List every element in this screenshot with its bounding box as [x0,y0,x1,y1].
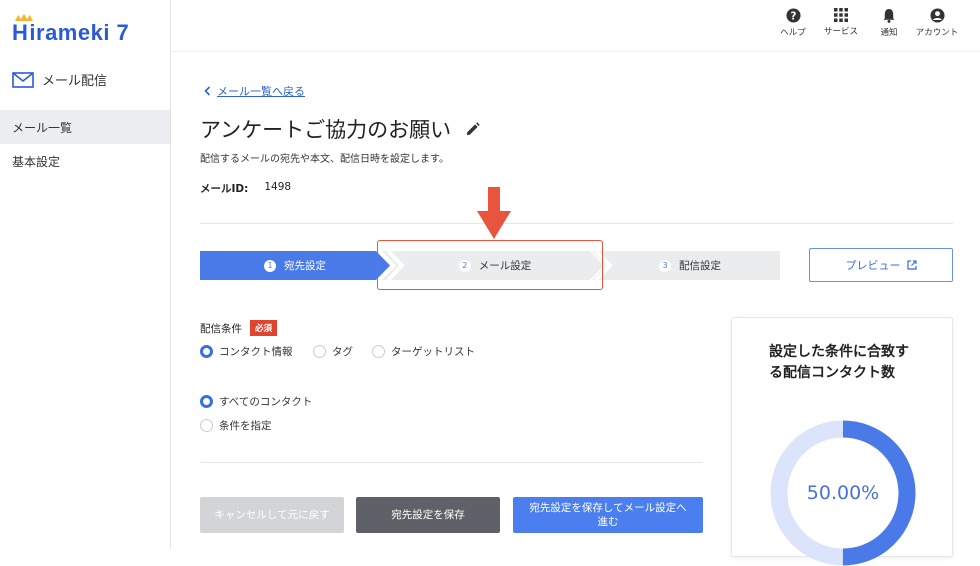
back-to-mail-list-link[interactable]: メール一覧へ戻る [204,83,305,99]
radio-label: すべてのコンタクト [219,396,313,408]
svg-text:?: ? [790,10,796,22]
radio-target-list[interactable]: ターゲットリスト [372,344,475,359]
mail-id-label: メールID: [200,183,249,195]
delivery-condition-label: 配信条件 必須 [200,320,278,336]
sidebar-item-basic-settings[interactable]: 基本設定 [0,144,170,178]
card-title: 設定した条件に合致する配信コンタクト数 [769,344,909,381]
matching-contacts-card: 設定した条件に合致する配信コンタクト数 50.00% [731,317,953,566]
radio-specify-conditions[interactable]: 条件を指定 [200,418,272,433]
radio-tag[interactable]: タグ [313,344,353,359]
step-3-delivery-settings[interactable]: 3 配信設定 [600,251,780,280]
radio-contact-info[interactable]: コンタクト情報 [200,344,293,359]
crown-icon [15,14,33,21]
save-and-next-button[interactable]: 宛先設定を保存してメール設定へ進む [513,497,703,533]
account-label: アカウント [915,28,959,38]
cancel-button-label: キャンセルして元に戻す [214,508,330,521]
top-bar: ? ヘルプ サービス 通知 アカウント [172,0,980,52]
cancel-button[interactable]: キャンセルして元に戻す [200,497,344,533]
notifications-button[interactable]: 通知 [870,8,908,38]
sidebar-item-mail-list[interactable]: メール一覧 [0,110,170,144]
services-grid-icon [834,8,848,22]
step-label: 宛先設定 [284,260,326,272]
sidebar-item-label: 基本設定 [12,154,61,169]
help-icon: ? [785,8,801,23]
radio-all-contacts[interactable]: すべてのコンタクト [200,394,312,409]
radio-button[interactable] [200,419,213,432]
hirameki-logo[interactable]: H irameki 7 [12,14,129,48]
app-title: メール配信 [12,70,107,89]
step-1-recipient-settings[interactable]: 1 宛先設定 [200,251,390,280]
radio-button[interactable] [313,345,326,358]
condition-label-text: 配信条件 [200,322,242,335]
donut-percent: 50.00% [806,482,880,504]
radio-label: コンタクト情報 [219,346,293,358]
mail-icon [12,71,34,88]
save-button-label: 宛先設定を保存 [391,508,465,521]
mail-id-value: 1498 [264,181,292,193]
bell-icon [883,8,895,23]
radio-button[interactable] [200,395,213,408]
services-label: サービス [823,27,858,37]
preview-button[interactable]: プレビュー [809,248,953,282]
page-description: 配信するメールの宛先や本文、配信日時を設定します。 [200,154,449,165]
edit-pencil-icon[interactable] [465,121,480,137]
preview-button-label: プレビュー [845,259,901,272]
external-link-icon [906,260,917,270]
app-title-label: メール配信 [42,74,108,89]
notifications-label: 通知 [880,28,898,38]
divider [200,462,703,463]
required-badge: 必須 [250,320,278,336]
account-button[interactable]: アカウント [915,8,959,38]
annotation-highlight-box [377,240,603,290]
help-label: ヘルプ [780,28,806,38]
step-label: 配信設定 [679,260,721,272]
radio-button[interactable] [200,345,213,358]
step-number: 3 [659,259,671,272]
radio-label: タグ [332,346,353,358]
account-icon [929,8,945,23]
annotation-arrow-icon [477,187,511,239]
step-number: 1 [264,259,276,272]
radio-label: ターゲットリスト [391,346,475,358]
chevron-left-icon [204,86,211,96]
page-title-text: アンケートご協力のお願い [200,118,452,142]
radio-label: 条件を指定 [219,420,272,432]
help-button[interactable]: ? ヘルプ [774,8,812,38]
page-title: アンケートご協力のお願い [200,114,480,144]
divider [200,223,953,224]
sidebar: H irameki 7 メール配信 メール一覧 基本設定 [0,0,171,549]
radio-button[interactable] [372,345,385,358]
back-link-label: メール一覧へ戻る [217,85,305,98]
save-next-button-label: 宛先設定を保存してメール設定へ進む [529,501,687,528]
sidebar-item-label: メール一覧 [12,120,73,135]
save-recipient-button[interactable]: 宛先設定を保存 [356,497,500,533]
mail-id: メールID: 1498 [200,181,291,196]
services-button[interactable]: サービス [822,8,860,38]
